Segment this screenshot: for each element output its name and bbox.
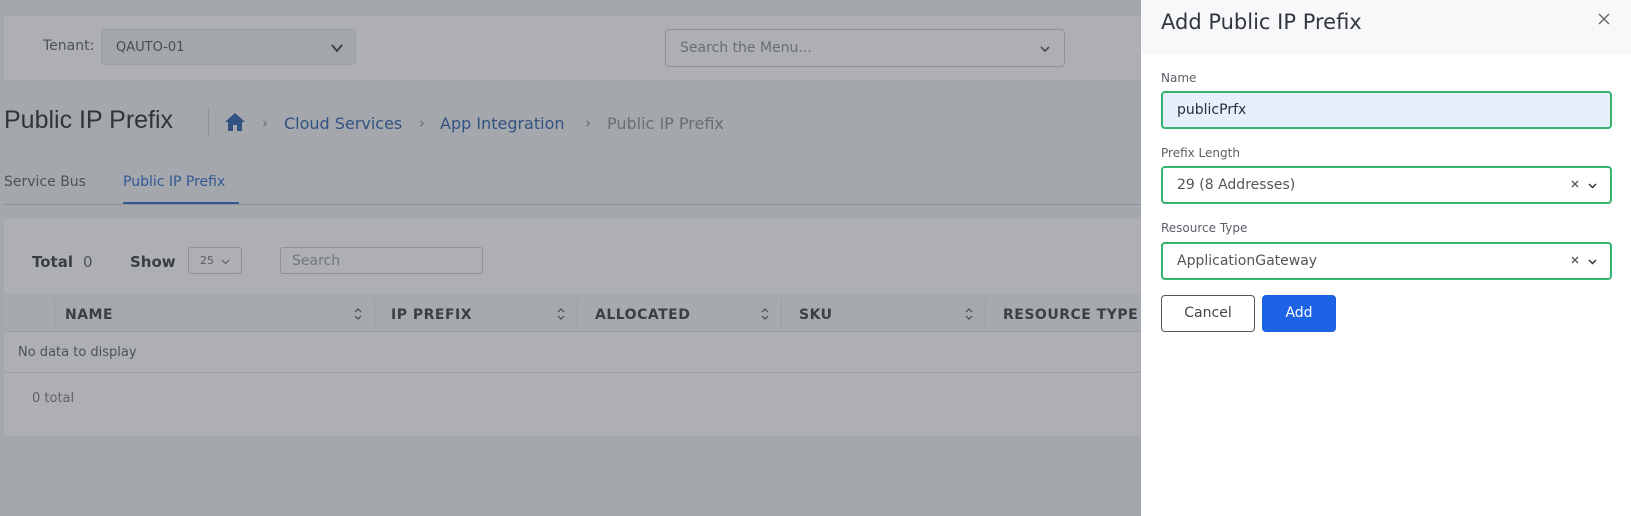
drawer-title: Add Public IP Prefix <box>1161 10 1362 34</box>
chevron-down-icon[interactable] <box>1587 180 1598 191</box>
name-input[interactable]: publicPrfx <box>1161 91 1612 129</box>
add-public-ip-prefix-drawer: Add Public IP Prefix Name publicPrfx Pre… <box>1141 0 1631 516</box>
prefix-length-label: Prefix Length <box>1161 146 1240 160</box>
resource-type-label: Resource Type <box>1161 221 1248 235</box>
cancel-button[interactable]: Cancel <box>1161 295 1255 332</box>
name-label: Name <box>1161 71 1197 85</box>
name-value: publicPrfx <box>1177 102 1247 118</box>
close-icon[interactable] <box>1597 12 1611 26</box>
add-button[interactable]: Add <box>1262 295 1336 332</box>
drawer-header: Add Public IP Prefix <box>1141 0 1631 54</box>
clear-icon[interactable] <box>1570 179 1580 189</box>
chevron-down-icon[interactable] <box>1587 256 1598 267</box>
resource-type-select[interactable]: ApplicationGateway <box>1161 242 1612 280</box>
prefix-length-select[interactable]: 29 (8 Addresses) <box>1161 166 1612 204</box>
clear-icon[interactable] <box>1570 255 1580 265</box>
prefix-length-value: 29 (8 Addresses) <box>1177 177 1296 193</box>
modal-backdrop[interactable] <box>0 0 1141 516</box>
resource-type-value: ApplicationGateway <box>1177 253 1318 269</box>
